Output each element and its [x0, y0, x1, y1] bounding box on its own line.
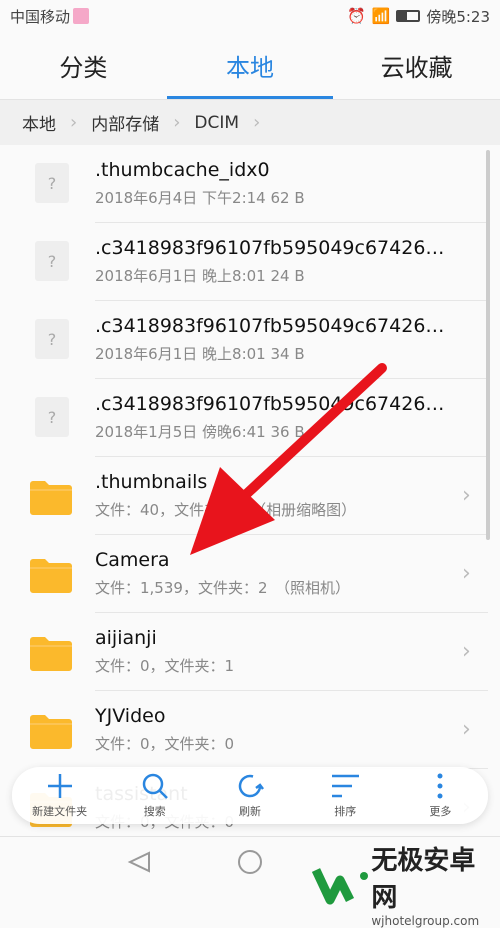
bottom-toolbar: 新建文件夹 搜索 刷新 排序 更多 [12, 767, 488, 824]
refresh-label: 刷新 [239, 805, 261, 818]
sort-icon [332, 774, 360, 798]
search-label: 搜索 [143, 805, 166, 818]
home-icon[interactable] [238, 850, 262, 874]
new-folder-button[interactable]: 新建文件夹 [12, 767, 107, 824]
watermark: 无极安卓网 wjhotelgroup.com [312, 840, 500, 928]
plus-icon [47, 774, 72, 798]
sort-label: 排序 [334, 805, 357, 818]
sort-button[interactable]: 排序 [298, 767, 393, 824]
watermark-brand: 无极安卓网 [371, 846, 476, 913]
more-icon [437, 773, 443, 799]
red-arrow-annotation [190, 363, 387, 555]
more-label: 更多 [429, 805, 452, 818]
search-icon [142, 773, 168, 799]
refresh-button[interactable]: 刷新 [202, 767, 297, 824]
new-folder-label: 新建文件夹 [32, 805, 88, 818]
more-button[interactable]: 更多 [393, 767, 488, 824]
watermark-logo-icon [312, 867, 368, 904]
refresh-icon [238, 774, 264, 798]
search-button[interactable]: 搜索 [107, 767, 202, 824]
back-icon[interactable] [127, 851, 150, 873]
watermark-url: wjhotelgroup.com [371, 914, 480, 928]
